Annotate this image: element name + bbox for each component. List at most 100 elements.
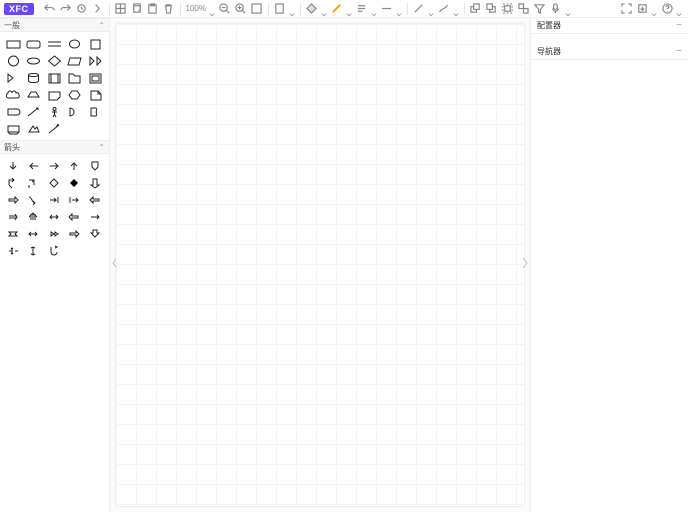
panel-header-config[interactable]: 配置器 − xyxy=(531,18,688,34)
shape-arrow-0[interactable] xyxy=(4,158,22,173)
shape-general-26[interactable] xyxy=(25,121,43,136)
line-button[interactable] xyxy=(379,1,395,17)
history-button[interactable] xyxy=(74,1,90,17)
shape-arrow-7[interactable] xyxy=(45,175,63,190)
shape-general-16[interactable] xyxy=(25,87,43,102)
shape-arrow-23[interactable] xyxy=(66,226,84,241)
zoom-level[interactable]: 100% xyxy=(184,4,208,13)
shape-general-20[interactable] xyxy=(4,104,22,119)
shape-general-14[interactable] xyxy=(86,70,104,85)
collapse-icon[interactable]: − xyxy=(676,46,682,57)
shape-arrow-25[interactable] xyxy=(4,243,22,258)
shape-general-10[interactable] xyxy=(4,70,22,85)
fill-button[interactable] xyxy=(304,1,320,17)
section-header-arrows[interactable]: 箭头 ⌃ xyxy=(0,140,109,154)
export-button[interactable] xyxy=(634,1,650,17)
shape-arrow-9[interactable] xyxy=(86,175,104,190)
shape-arrow-27[interactable] xyxy=(45,243,63,258)
connector-dropdown-icon[interactable] xyxy=(453,5,461,13)
shape-general-17[interactable] xyxy=(45,87,63,102)
shape-general-19[interactable] xyxy=(86,87,104,102)
fit-button[interactable] xyxy=(249,1,265,17)
forward-button[interactable] xyxy=(90,1,106,17)
group-button[interactable] xyxy=(500,1,516,17)
shape-arrow-6[interactable] xyxy=(25,175,43,190)
toback-button[interactable] xyxy=(484,1,500,17)
shape-general-0[interactable] xyxy=(4,36,22,51)
shape-general-2[interactable] xyxy=(45,36,63,51)
shape-general-27[interactable] xyxy=(45,121,63,136)
shape-arrow-15[interactable] xyxy=(4,209,22,224)
shape-arrow-18[interactable] xyxy=(66,209,84,224)
connector-button[interactable] xyxy=(436,1,452,17)
shape-general-15[interactable] xyxy=(4,87,22,102)
shape-general-23[interactable] xyxy=(66,104,84,119)
collapse-icon[interactable]: − xyxy=(676,20,682,31)
section-header-general[interactable]: 一般 ⌃ xyxy=(0,18,109,32)
filter-button[interactable] xyxy=(532,1,548,17)
fill-dropdown-icon[interactable] xyxy=(321,5,329,13)
shape-arrow-19[interactable] xyxy=(86,209,104,224)
shape-general-25[interactable] xyxy=(4,121,22,136)
shape-arrow-13[interactable] xyxy=(66,192,84,207)
grid-button[interactable] xyxy=(113,1,129,17)
shape-arrow-5[interactable] xyxy=(4,175,22,190)
redo-button[interactable] xyxy=(58,1,74,17)
stroke-dropdown-icon[interactable] xyxy=(346,5,354,13)
help-dropdown-icon[interactable] xyxy=(676,5,684,13)
ungroup-button[interactable] xyxy=(516,1,532,17)
shape-general-12[interactable] xyxy=(45,70,63,85)
shape-arrow-4[interactable] xyxy=(86,158,104,173)
shape-arrow-16[interactable] xyxy=(25,209,43,224)
shape-general-4[interactable] xyxy=(86,36,104,51)
shape-arrow-8[interactable] xyxy=(66,175,84,190)
edge-dropdown-icon[interactable] xyxy=(428,5,436,13)
shape-arrow-3[interactable] xyxy=(66,158,84,173)
shape-arrow-11[interactable] xyxy=(25,192,43,207)
help-button[interactable] xyxy=(659,1,675,17)
shape-general-5[interactable] xyxy=(4,53,22,68)
shape-arrow-14[interactable] xyxy=(86,192,104,207)
shape-arrow-10[interactable] xyxy=(4,192,22,207)
shape-arrow-26[interactable] xyxy=(25,243,43,258)
shape-arrow-22[interactable] xyxy=(45,226,63,241)
page-button[interactable] xyxy=(272,1,288,17)
shape-general-6[interactable] xyxy=(25,53,43,68)
shape-general-13[interactable] xyxy=(66,70,84,85)
shape-general-3[interactable] xyxy=(66,36,84,51)
shape-arrow-20[interactable] xyxy=(4,226,22,241)
copy-button[interactable] xyxy=(129,1,145,17)
stroke-button[interactable] xyxy=(329,1,345,17)
shape-general-11[interactable] xyxy=(25,70,43,85)
shape-arrow-24[interactable] xyxy=(86,226,104,241)
zoom-out-button[interactable] xyxy=(217,1,233,17)
paste-button[interactable] xyxy=(145,1,161,17)
shape-arrow-2[interactable] xyxy=(45,158,63,173)
zoom-in-button[interactable] xyxy=(233,1,249,17)
mic-button[interactable] xyxy=(548,1,564,17)
panel-header-navigator[interactable]: 导航器 − xyxy=(531,44,688,60)
mic-dropdown-icon[interactable] xyxy=(565,5,573,13)
align-button[interactable] xyxy=(354,1,370,17)
fullscreen-button[interactable] xyxy=(618,1,634,17)
shape-general-18[interactable] xyxy=(66,87,84,102)
zoom-dropdown-icon[interactable] xyxy=(209,5,217,13)
shape-arrow-21[interactable] xyxy=(25,226,43,241)
shape-arrow-12[interactable] xyxy=(45,192,63,207)
shape-general-9[interactable] xyxy=(86,53,104,68)
shape-general-1[interactable] xyxy=(25,36,43,51)
export-dropdown-icon[interactable] xyxy=(651,5,659,13)
edge-button[interactable] xyxy=(411,1,427,17)
page-dropdown-icon[interactable] xyxy=(289,5,297,13)
drawing-canvas[interactable] xyxy=(116,24,524,506)
shape-general-22[interactable] xyxy=(45,104,63,119)
shape-general-24[interactable] xyxy=(86,104,104,119)
tofront-button[interactable] xyxy=(468,1,484,17)
shape-arrow-17[interactable] xyxy=(45,209,63,224)
shape-arrow-1[interactable] xyxy=(25,158,43,173)
collapse-right-handle[interactable] xyxy=(520,248,530,278)
line-dropdown-icon[interactable] xyxy=(396,5,404,13)
undo-button[interactable] xyxy=(42,1,58,17)
shape-general-7[interactable] xyxy=(45,53,63,68)
shape-general-21[interactable] xyxy=(25,104,43,119)
